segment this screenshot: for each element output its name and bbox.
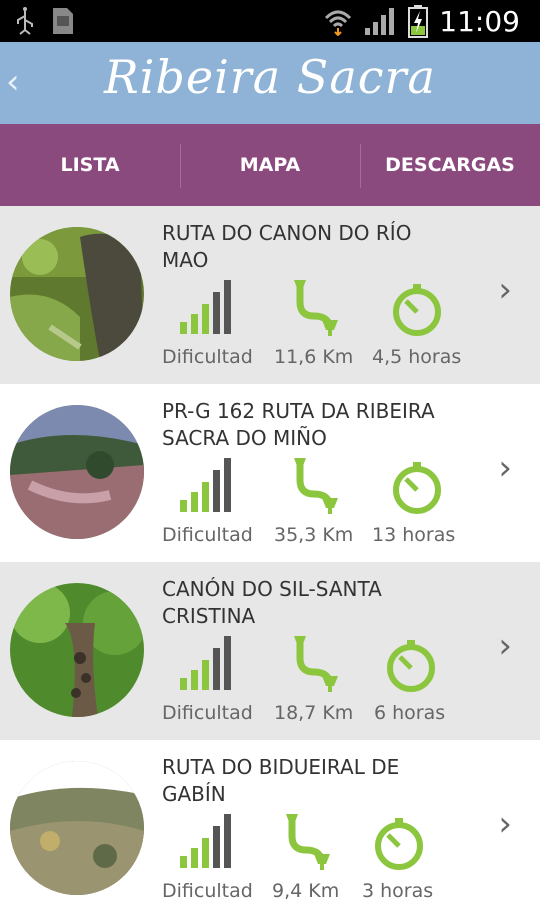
route-distance-icon (294, 280, 338, 336)
status-time: 11:09 (439, 4, 520, 38)
difficulty-bars-icon (180, 814, 231, 868)
route-distance-icon (294, 458, 338, 514)
difficulty-bars-icon (180, 636, 231, 690)
battery-charging-icon (408, 5, 429, 38)
difficulty-label: Dificultad (162, 880, 253, 902)
status-bar: 11:09 (0, 0, 540, 42)
route-name: RUTA DO BIDUEIRAL DE GABÍN (162, 755, 400, 806)
duration-value: 13 horas (372, 524, 456, 546)
distance-value: 9,4 Km (272, 880, 340, 902)
wifi-icon (325, 10, 352, 36)
difficulty-bars-icon (180, 458, 231, 512)
tab-bar: LISTA MAPA DESCARGAS (0, 124, 540, 330)
route-name: CANÓN DO SIL-SANTA CRISTINA (162, 577, 382, 628)
route-list: RUTA DO CANON DO RÍO MAO Dificultad 11,6… (0, 206, 540, 918)
tab-mapa[interactable]: MAPA (180, 124, 360, 206)
duration-value: 4,5 horas (372, 346, 462, 368)
duration-timer-icon (387, 640, 435, 692)
tab-lista[interactable]: LISTA (0, 124, 180, 206)
route-list-item[interactable]: PR-G 162 RUTA DA RIBEIRA SACRA DO MIÑO D… (0, 384, 540, 562)
route-name: PR-G 162 RUTA DA RIBEIRA SACRA DO MIÑO (162, 399, 435, 450)
duration-timer-icon (393, 462, 441, 514)
route-list-item[interactable]: RUTA DO CANON DO RÍO MAO Dificultad 11,6… (0, 206, 540, 384)
distance-value: 18,7 Km (274, 702, 354, 724)
difficulty-label: Dificultad (162, 702, 253, 724)
chevron-right-icon[interactable]: › (498, 448, 512, 488)
signal-icon (365, 8, 395, 35)
distance-value: 35,3 Km (274, 524, 354, 546)
route-name: RUTA DO CANON DO RÍO MAO (162, 221, 412, 272)
app-title: Ribeira Sacra (104, 50, 436, 104)
route-distance-icon (294, 636, 338, 692)
route-photo (10, 761, 144, 895)
tab-descargas[interactable]: DESCARGAS (360, 124, 540, 206)
chevron-right-icon[interactable]: › (498, 804, 512, 844)
route-distance-icon (286, 814, 330, 870)
route-photo (10, 583, 144, 717)
chevron-right-icon[interactable]: › (498, 626, 512, 666)
duration-timer-icon (393, 284, 441, 336)
route-list-item[interactable]: RUTA DO BIDUEIRAL DE GABÍN Dificultad 9,… (0, 740, 540, 918)
route-photo (10, 227, 144, 361)
usb-icon (17, 7, 33, 35)
route-photo (10, 405, 144, 539)
app-header: ‹ Ribeira Sacra (0, 42, 540, 124)
difficulty-label: Dificultad (162, 524, 253, 546)
chevron-right-icon[interactable]: › (498, 270, 512, 310)
duration-timer-icon (375, 818, 423, 870)
difficulty-bars-icon (180, 280, 231, 334)
duration-value: 3 horas (362, 880, 434, 902)
route-list-item[interactable]: CANÓN DO SIL-SANTA CRISTINA Dificultad 1… (0, 562, 540, 740)
distance-value: 11,6 Km (274, 346, 354, 368)
difficulty-label: Dificultad (162, 346, 253, 368)
duration-value: 6 horas (374, 702, 446, 724)
sd-card-icon (53, 8, 73, 34)
